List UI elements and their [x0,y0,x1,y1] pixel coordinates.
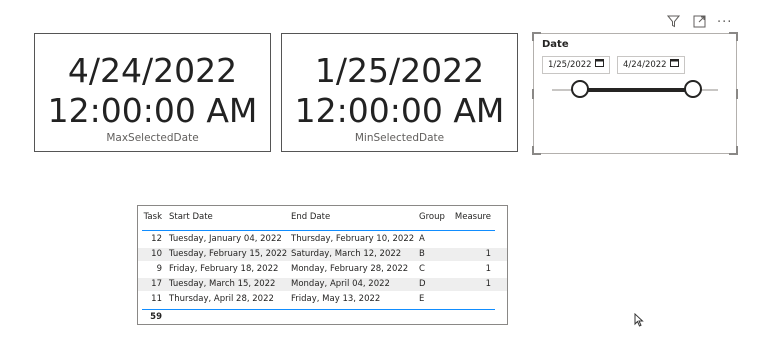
header-divider [142,230,495,231]
column-header-end-date[interactable]: End Date [291,211,330,224]
max-selected-date-card[interactable]: 4/24/2022 12:00:00 AM MaxSelectedDate [34,33,271,152]
min-selected-date-card[interactable]: 1/25/2022 12:00:00 AM MinSelectedDate [281,33,518,152]
column-header-start-date[interactable]: Start Date [169,211,213,224]
cell-end-date: Thursday, February 10, 2022 [291,234,415,244]
cell-start-date: Tuesday, March 15, 2022 [169,279,276,289]
card-label: MaxSelectedDate [106,132,199,144]
column-header-group[interactable]: Group [419,211,445,224]
cell-end-date: Friday, May 13, 2022 [291,294,381,304]
focus-mode-icon[interactable] [693,15,706,33]
cell-task: 12 [151,234,162,244]
cell-measure: 1 [485,249,491,259]
table-row[interactable]: 17 Tuesday, March 15, 2022 Monday, April… [138,278,507,291]
total-divider [142,309,495,310]
total-row: 59 [138,311,507,324]
cell-measure: 1 [485,279,491,289]
cell-task: 10 [151,249,162,259]
slider-end-handle[interactable] [684,80,702,98]
cell-end-date: Monday, February 28, 2022 [291,264,409,274]
calendar-icon[interactable] [595,57,604,73]
cell-task: 11 [151,294,162,304]
calendar-icon[interactable] [670,57,679,73]
cell-end-date: Monday, April 04, 2022 [291,279,390,289]
end-date-input[interactable]: 4/24/2022 [617,56,685,74]
start-date-input[interactable]: 1/25/2022 [542,56,610,74]
total-task: 59 [150,312,162,322]
cell-group: B [419,249,425,259]
resize-handle[interactable] [729,32,738,41]
resize-handle[interactable] [736,89,738,99]
more-options-icon[interactable]: ··· [717,15,732,31]
cell-start-date: Thursday, April 28, 2022 [169,294,274,304]
table-row[interactable]: 12 Tuesday, January 04, 2022 Thursday, F… [138,233,507,246]
cell-group: E [419,294,425,304]
card-label: MinSelectedDate [354,132,445,144]
slicer-title: Date [542,39,569,50]
card-time-value: 12:00:00 AM [294,91,505,130]
card-date-value: 1/25/2022 [314,51,485,90]
slider-range [579,88,694,92]
cell-measure: 1 [485,264,491,274]
cell-start-date: Friday, February 18, 2022 [169,264,279,274]
task-table[interactable]: Task Start Date End Date Group Measure 1… [137,205,508,325]
card-time-value: 12:00:00 AM [47,91,258,130]
cell-group: A [419,234,425,244]
resize-handle[interactable] [532,146,541,155]
table-header-row: Task Start Date End Date Group Measure [138,211,507,224]
end-date-value: 4/24/2022 [623,60,667,70]
column-header-task[interactable]: Task [142,211,162,224]
cell-task: 17 [151,279,162,289]
cell-end-date: Saturday, March 12, 2022 [291,249,402,259]
cell-task: 9 [156,264,162,274]
start-date-value: 1/25/2022 [548,60,592,70]
mouse-cursor-icon [634,312,644,330]
visual-header: ··· [666,15,737,33]
card-date-value: 4/24/2022 [67,51,238,90]
slider-start-handle[interactable] [571,80,589,98]
cell-group: C [419,264,425,274]
cell-group: D [419,279,426,289]
cell-start-date: Tuesday, January 04, 2022 [169,234,282,244]
date-slicer[interactable]: Date 1/25/2022 4/24/2022 [532,32,738,155]
column-header-measure[interactable]: Measure [453,211,491,224]
table-row[interactable]: 11 Thursday, April 28, 2022 Friday, May … [138,293,507,306]
resize-handle[interactable] [532,89,534,99]
cell-start-date: Tuesday, February 15, 2022 [169,249,288,259]
resize-handle[interactable] [729,146,738,155]
resize-handle[interactable] [532,32,541,41]
table-row[interactable]: 9 Friday, February 18, 2022 Monday, Febr… [138,263,507,276]
table-row[interactable]: 10 Tuesday, February 15, 2022 Saturday, … [138,248,507,261]
filter-icon[interactable] [666,15,681,33]
